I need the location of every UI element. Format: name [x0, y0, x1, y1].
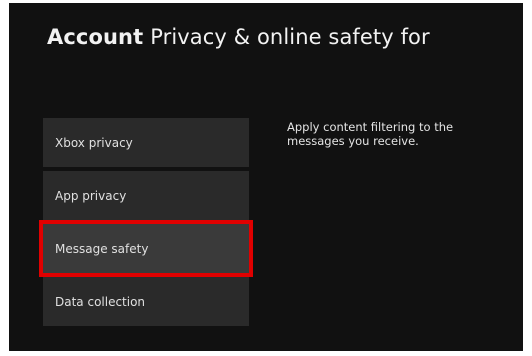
header-section: Account	[47, 25, 144, 49]
menu-item-label: Xbox privacy	[55, 135, 133, 150]
menu-item-label: Data collection	[55, 294, 146, 309]
privacy-menu: Xbox privacy App privacy Message safety …	[39, 118, 253, 330]
item-description: Apply content filtering to the messages …	[287, 120, 454, 148]
menu-item-message-safety[interactable]: Message safety	[39, 220, 253, 277]
console-screen: Account Privacy & online safety for Xbox …	[9, 3, 523, 351]
menu-item-label: Message safety	[55, 241, 149, 256]
page-title: Privacy & online safety for	[150, 25, 430, 49]
menu-item-data-collection[interactable]: Data collection	[43, 277, 249, 326]
menu-item-label: App privacy	[55, 188, 127, 203]
page-header: Account Privacy & online safety for	[47, 25, 430, 49]
menu-item-app-privacy[interactable]: App privacy	[43, 171, 249, 220]
menu-item-xbox-privacy[interactable]: Xbox privacy	[43, 118, 249, 167]
